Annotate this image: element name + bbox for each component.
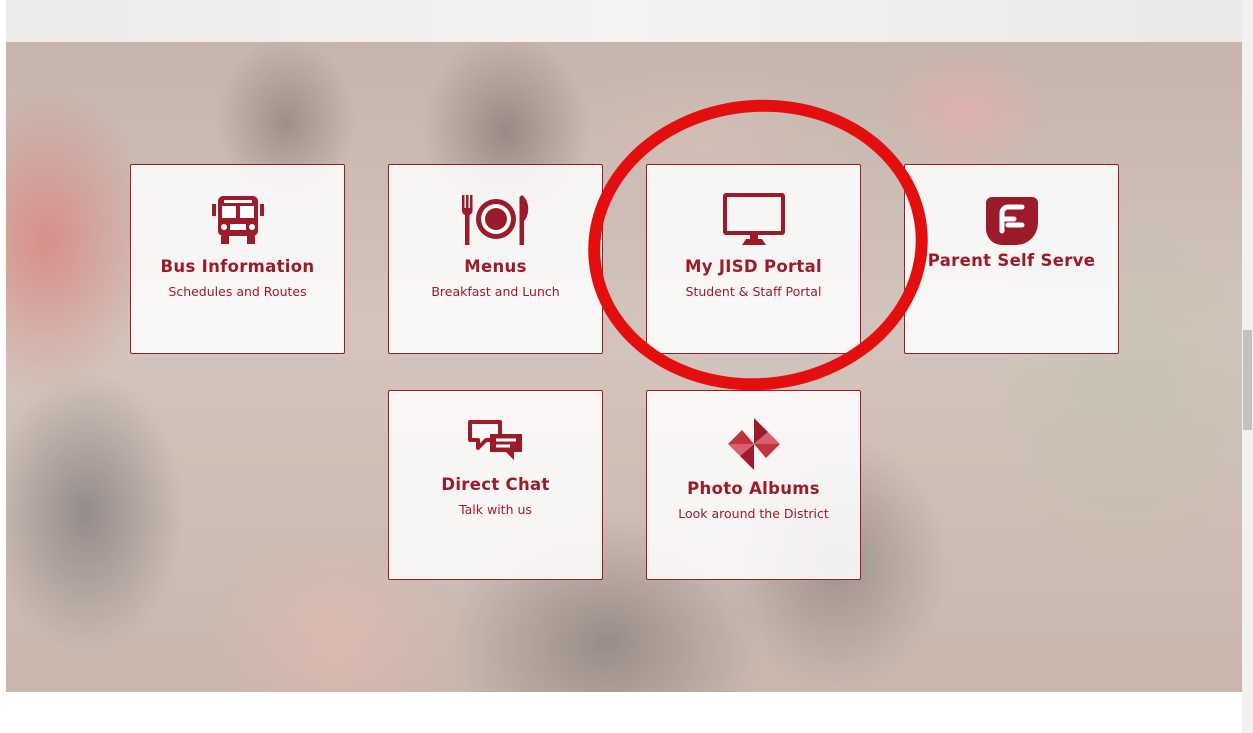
tile-title: Direct Chat [441, 475, 550, 494]
tile-subtitle: Schedules and Routes [168, 284, 307, 299]
chat-bubbles-icon [466, 415, 526, 469]
tile-subtitle: Breakfast and Lunch [431, 284, 560, 299]
hero-background-photo [6, 42, 1242, 692]
frontline-logo-icon [984, 193, 1040, 247]
bus-information-tile[interactable]: Bus Information Schedules and Routes [130, 164, 345, 354]
scrollbar-thumb[interactable] [1243, 330, 1252, 430]
pinwheel-icon [726, 417, 782, 471]
tile-title: Menus [464, 257, 527, 276]
tile-subtitle: Talk with us [459, 502, 532, 517]
page-scrollbar[interactable] [1242, 0, 1253, 733]
tile-title: Bus Information [160, 257, 315, 276]
photo-albums-tile[interactable]: Photo Albums Look around the District [646, 390, 861, 580]
parent-self-serve-tile[interactable]: Parent Self Serve [904, 164, 1119, 354]
tile-title: Parent Self Serve [927, 251, 1096, 270]
direct-chat-tile[interactable]: Direct Chat Talk with us [388, 390, 603, 580]
header-strip [6, 0, 1242, 42]
tile-title: Photo Albums [687, 479, 820, 498]
plate-fork-knife-icon [460, 193, 532, 247]
tile-subtitle: Look around the District [678, 506, 829, 521]
menus-tile[interactable]: Menus Breakfast and Lunch [388, 164, 603, 354]
bus-icon [210, 193, 266, 247]
